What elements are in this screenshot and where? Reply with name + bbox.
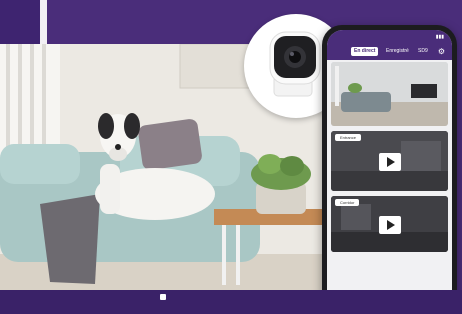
promo-banner: ▮▮▮ En direct Enregistré SD9 ⚙ Entrance … — [0, 0, 462, 314]
tab-recorded[interactable]: Enregistré — [383, 47, 412, 56]
feed-living-room-thumbnail — [331, 62, 448, 126]
signal-icon: ▮▮▮ — [435, 34, 444, 40]
status-bar: ▮▮▮ — [327, 30, 452, 44]
tab-live[interactable]: En direct — [351, 47, 379, 56]
tab-sd[interactable]: SD9 — [415, 47, 431, 56]
app-screen: ▮▮▮ En direct Enregistré SD9 ⚙ Entrance … — [327, 30, 452, 306]
decorative-mark — [160, 294, 166, 300]
feed-label: Entrance — [335, 134, 362, 141]
camera-feed-entrance[interactable]: Entrance — [331, 131, 448, 191]
play-button[interactable] — [379, 216, 401, 234]
bottom-purple-band — [0, 290, 462, 314]
play-button[interactable] — [379, 153, 401, 171]
camera-feed-live[interactable] — [331, 62, 448, 126]
camera-feed-corridor[interactable]: Corridor — [331, 196, 448, 252]
gear-icon[interactable]: ⚙ — [437, 47, 446, 56]
smartphone: ▮▮▮ En direct Enregistré SD9 ⚙ Entrance … — [322, 25, 457, 311]
tab-bar: En direct Enregistré SD9 ⚙ — [327, 44, 452, 60]
feed-label: Corridor — [335, 199, 360, 206]
